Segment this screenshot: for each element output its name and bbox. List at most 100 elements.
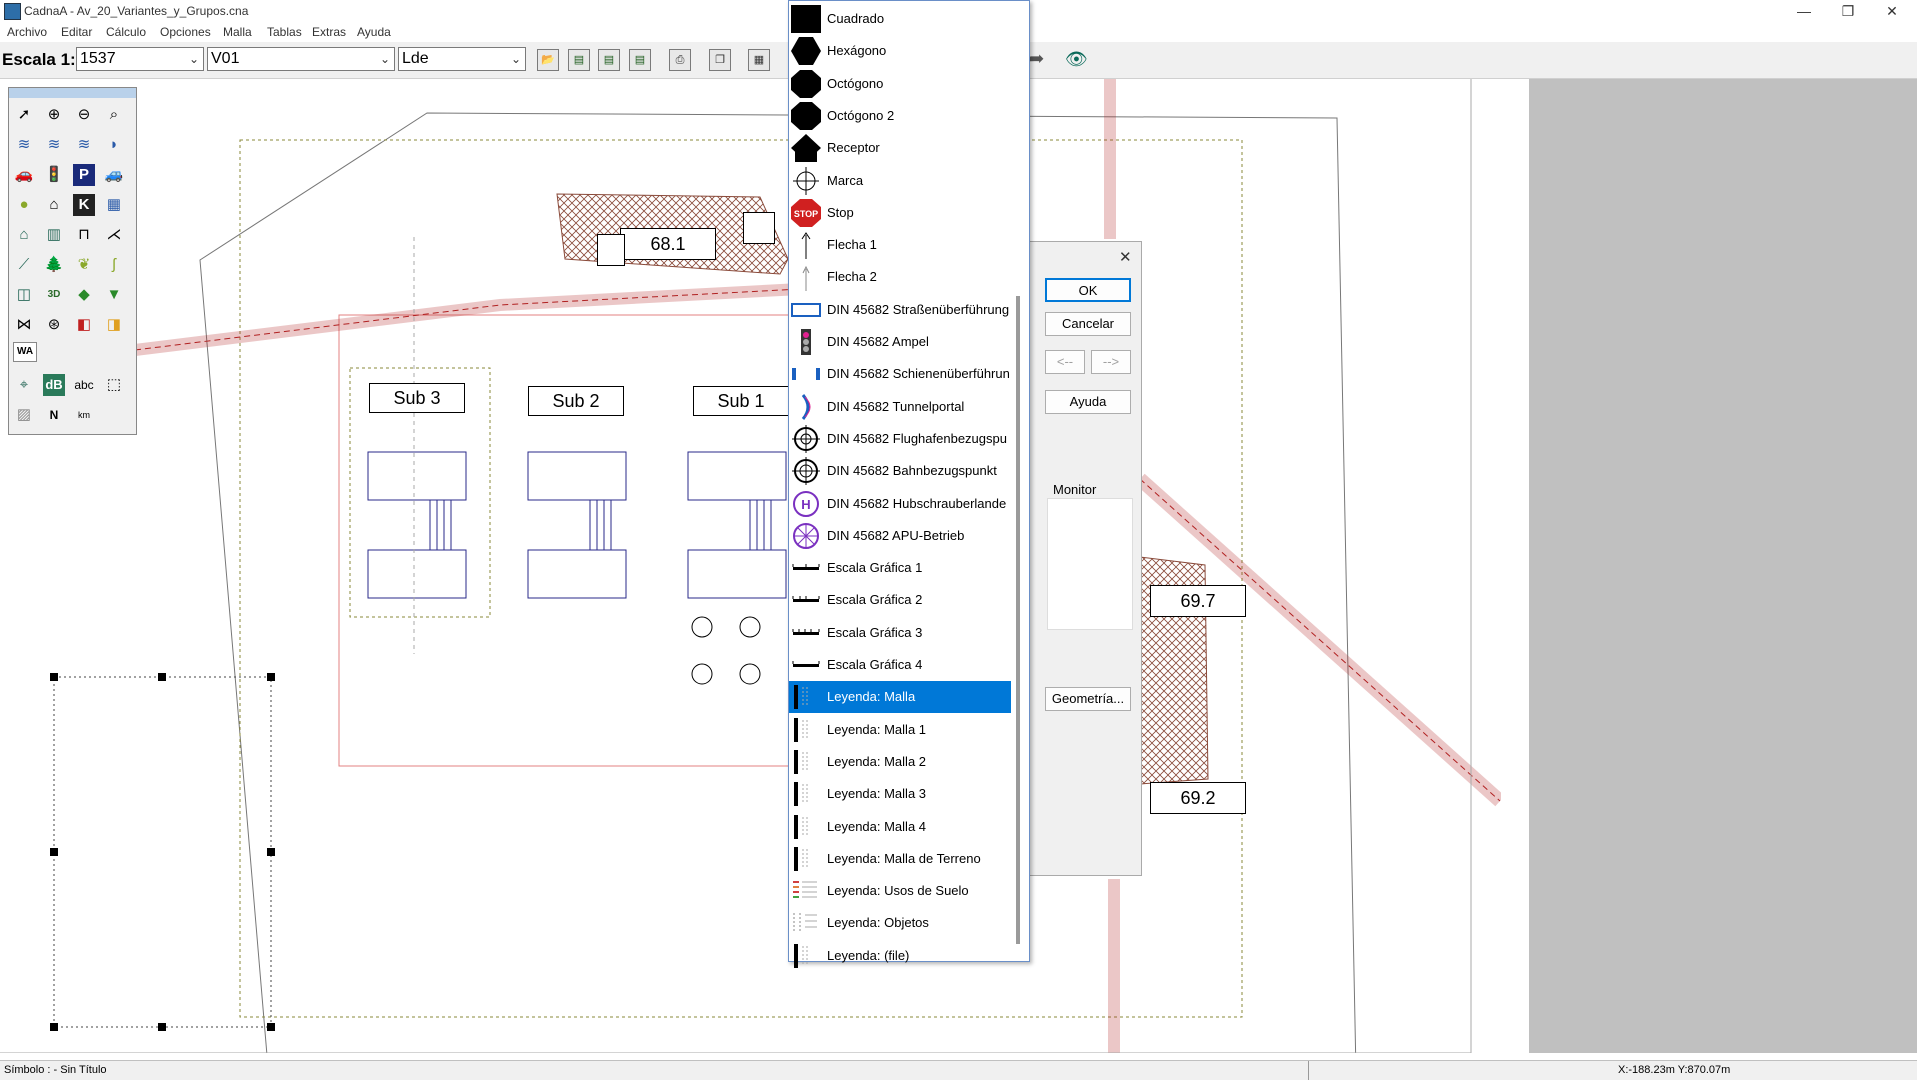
flag-icon[interactable]: ◧ [71, 312, 97, 338]
list-scrollbar[interactable] [1016, 296, 1020, 944]
help-button[interactable]: Ayuda [1045, 390, 1131, 414]
variant-combo[interactable]: V01 ⌄ [207, 47, 395, 71]
symbol-list-item[interactable]: Flecha 1 [789, 229, 1011, 261]
contour-icon[interactable]: ⟋ [11, 252, 37, 278]
minimize-button[interactable]: — [1782, 0, 1826, 22]
symbol-list-item[interactable]: Flecha 2 [789, 261, 1011, 293]
symbol-list-item[interactable]: Escala Gráfica 2 [789, 584, 1011, 616]
hatch-icon[interactable]: ▨ [11, 402, 37, 428]
calculator-icon[interactable]: ▦ [748, 49, 770, 71]
symbol-list-item[interactable]: Cuadrado [789, 3, 1011, 35]
symbol-list-item[interactable]: Leyenda: Malla [789, 681, 1011, 714]
parking-icon[interactable]: P [73, 164, 95, 186]
symbol-list-item[interactable]: Hexágono [789, 35, 1011, 67]
palette-header[interactable] [9, 88, 136, 98]
vehicle-icon[interactable]: 🚙 [101, 162, 127, 188]
menu-calculo[interactable]: Cálculo [106, 25, 146, 39]
sub3-label[interactable]: Sub 3 [369, 383, 465, 413]
zoom-in-icon[interactable]: ⊕ [41, 102, 67, 128]
close-window-button[interactable]: ✕ [1870, 0, 1914, 22]
open-file-icon[interactable]: 📂 [537, 49, 559, 71]
line-source-icon[interactable]: ≋ [41, 132, 67, 158]
ok-button[interactable]: OK [1045, 278, 1131, 302]
bridge-icon[interactable]: ⊓ [71, 222, 97, 248]
symbol-list-item[interactable]: Marca [789, 165, 1011, 197]
symbol-list-item[interactable]: DIN 45682 Straßenüberführung [789, 294, 1011, 326]
terrain-icon[interactable]: ⋌ [101, 222, 127, 248]
symbol-list-item[interactable]: Leyenda: Malla 3 [789, 778, 1011, 810]
symbol-list-item[interactable]: DIN 45682 Ampel [789, 326, 1011, 358]
symbol-list-item[interactable]: Leyenda: Usos de Suelo [789, 875, 1011, 907]
export-icon[interactable]: ▤ [629, 49, 651, 71]
ground-icon[interactable]: ◆ [71, 282, 97, 308]
cancel-button[interactable]: Cancelar [1045, 312, 1131, 336]
text-icon[interactable]: abc [71, 372, 97, 398]
symbol-list-item[interactable]: Leyenda: Malla de Terreno [789, 843, 1011, 875]
symbol-list-item[interactable]: Octógono 2 [789, 100, 1011, 132]
eye-icon[interactable]: 👁 [1065, 49, 1088, 71]
trees-icon[interactable]: 🌲 [41, 252, 67, 278]
wa-icon[interactable]: WA [13, 342, 37, 362]
map-canvas[interactable]: Sub 3 Sub 2 Sub 1 68.1 69.7 69.2 [0, 79, 1501, 1053]
traffic-light-icon[interactable]: 🚦 [41, 162, 67, 188]
symbol-list-item[interactable]: DIN 45682 Schienenüberführun [789, 358, 1011, 390]
sub1-label[interactable]: Sub 1 [693, 386, 789, 416]
menu-malla[interactable]: Malla [223, 25, 252, 39]
symbol-list-item[interactable]: DIN 45682 Tunnelportal [789, 391, 1011, 423]
symbol-list-item[interactable]: DIN 45682 APU-Betrieb [789, 520, 1011, 552]
maximize-button[interactable]: ❐ [1826, 0, 1870, 22]
road-icon[interactable]: 🚗 [11, 162, 37, 188]
receiver-marker[interactable] [743, 212, 775, 244]
symbol-list-item[interactable]: Leyenda: (file) [789, 940, 1011, 972]
symbol-list-item[interactable]: DIN 45682 Bahnbezugspunkt [789, 455, 1011, 487]
symbol-list-item[interactable]: H DIN 45682 Hubschrauberlande [789, 488, 1011, 520]
k-icon[interactable]: K [73, 194, 95, 216]
zoom-out-icon[interactable]: ⊖ [71, 102, 97, 128]
level-combo[interactable]: Lde ⌄ [398, 47, 526, 71]
prev-button[interactable]: <-- [1045, 350, 1085, 374]
receiver-level-label[interactable]: 68.1 [620, 228, 716, 260]
save-as-icon[interactable]: ▤ [598, 49, 620, 71]
3d-icon[interactable]: 3D [41, 282, 67, 308]
sphere-icon[interactable]: ● [11, 192, 37, 218]
receiver-level-label[interactable]: 69.2 [1150, 782, 1246, 814]
point-source-icon[interactable]: ≋ [11, 132, 37, 158]
db-icon[interactable]: dB [43, 374, 65, 396]
bowtie-icon[interactable]: ⋈ [11, 312, 37, 338]
pointer-icon[interactable]: ➚ [11, 102, 37, 128]
save-icon[interactable]: ▤ [568, 49, 590, 71]
symbol-list-item[interactable]: Leyenda: Objetos [789, 907, 1011, 939]
symbol-list-item[interactable]: Escala Gráfica 1 [789, 552, 1011, 584]
north-arrow-icon[interactable]: N [41, 402, 67, 428]
symbol-list-item[interactable]: STOP Stop [789, 197, 1011, 229]
print-icon[interactable]: ⎙ [669, 49, 691, 71]
scale-combo[interactable]: 1537 ⌄ [76, 47, 204, 71]
vertical-source-icon[interactable]: ◗ [101, 132, 127, 158]
zoom-window-icon[interactable]: ⌕ [101, 102, 127, 128]
next-button[interactable]: --> [1091, 350, 1131, 374]
close-icon[interactable]: ✕ [1119, 248, 1132, 266]
receiver-level-label[interactable]: 69.7 [1150, 585, 1246, 617]
symbol-list-item[interactable]: Octógono [789, 68, 1011, 100]
km-icon[interactable]: km [71, 402, 97, 428]
menu-opciones[interactable]: Opciones [160, 25, 211, 39]
sub2-label[interactable]: Sub 2 [528, 386, 624, 416]
symbol-list[interactable]: Cuadrado Hexágono Octógono Octógono 2 Recept… [788, 0, 1030, 968]
symbol-list-item[interactable]: Leyenda: Malla 4 [789, 811, 1011, 843]
geometry-button[interactable]: Geometría... [1045, 687, 1131, 711]
area-source-icon[interactable]: ≋ [71, 132, 97, 158]
dotted-rect-icon[interactable]: ⬚ [101, 372, 127, 398]
triangle-down-icon[interactable]: ▼ [101, 282, 127, 308]
symbol-list-item[interactable]: DIN 45682 Flughafenbezugspu [789, 423, 1011, 455]
house-icon[interactable]: ⌂ [11, 222, 37, 248]
receiver-marker[interactable] [597, 234, 625, 266]
symbol-list-item[interactable]: Leyenda: Malla 1 [789, 714, 1011, 746]
surface-icon[interactable]: ▦ [101, 192, 127, 218]
menu-tablas[interactable]: Tablas [267, 25, 302, 39]
menu-editar[interactable]: Editar [61, 25, 92, 39]
flag-2-icon[interactable]: ◨ [101, 312, 127, 338]
grid-point-icon[interactable]: ⊛ [41, 312, 67, 338]
symbol-list-item[interactable]: Escala Gráfica 3 [789, 617, 1011, 649]
barrier-icon[interactable]: ▥ [41, 222, 67, 248]
symbol-list-item[interactable]: Escala Gráfica 4 [789, 649, 1011, 681]
